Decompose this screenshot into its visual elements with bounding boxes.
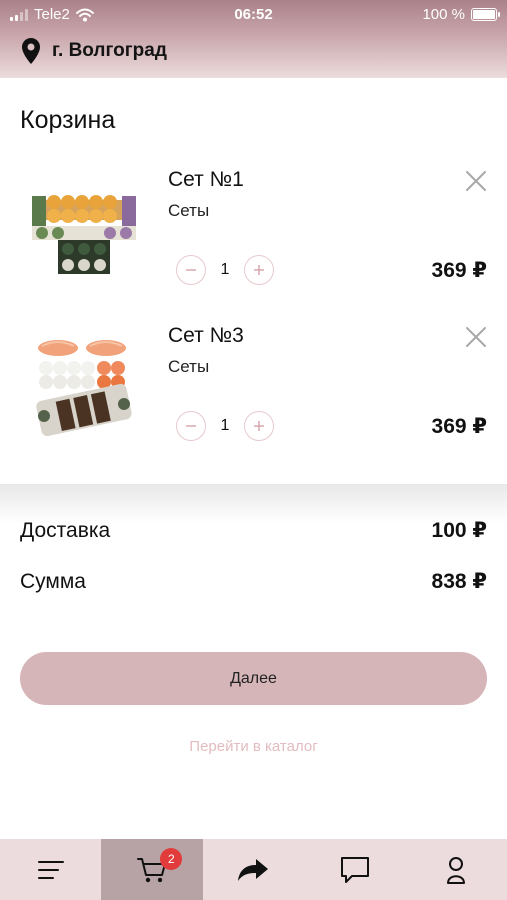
item-category: Сеты [168, 357, 210, 376]
total-row: Сумма 838 ₽ [20, 569, 487, 594]
header: Tele2 06:52 100 % г. Волгоград [0, 0, 507, 78]
nav-item-share[interactable] [203, 839, 304, 900]
decrease-button[interactable] [176, 411, 206, 441]
nav-item-menu[interactable] [0, 839, 101, 900]
battery-icon [471, 8, 500, 21]
total-label: Сумма [20, 569, 86, 593]
product-image [32, 195, 136, 274]
catalog-link[interactable]: Перейти в каталог [0, 738, 507, 755]
minus-icon [186, 269, 196, 271]
item-price: 369 ₽ [431, 415, 487, 438]
item-name: Сет №3 [168, 324, 244, 347]
cart-item: Сет №3 Сеты 1 369 ₽ [0, 306, 507, 456]
quantity-stepper: 1 [176, 255, 274, 285]
nav-item-chat[interactable] [304, 839, 405, 900]
nav-item-cart[interactable]: 2 [101, 839, 203, 900]
nav-item-profile[interactable] [406, 839, 507, 900]
remove-item-button[interactable] [462, 167, 490, 195]
remove-item-button[interactable] [462, 323, 490, 351]
cart-item: Сет №1 Сеты 1 369 ₽ [0, 150, 507, 300]
item-name: Сет №1 [168, 168, 244, 191]
menu-icon [37, 860, 64, 879]
product-image [36, 340, 132, 436]
quantity-value: 1 [220, 417, 230, 434]
minus-icon [186, 425, 196, 427]
quantity-stepper: 1 [176, 411, 274, 441]
delivery-row: Доставка 100 ₽ [20, 518, 487, 543]
profile-icon [447, 856, 466, 884]
page-title: Корзина [20, 106, 116, 134]
delivery-value: 100 ₽ [431, 519, 487, 542]
delivery-label: Доставка [20, 518, 111, 542]
total-value: 838 ₽ [431, 570, 487, 593]
increase-button[interactable] [244, 255, 274, 285]
plus-icon [254, 265, 264, 275]
next-button[interactable]: Далее [20, 652, 487, 705]
status-right: 100 % [422, 6, 500, 23]
bottom-nav: 2 [0, 839, 507, 900]
item-price: 369 ₽ [431, 259, 487, 282]
city-label: г. Волгоград [52, 40, 167, 61]
city-selector[interactable]: г. Волгоград [22, 38, 167, 64]
plus-icon [254, 421, 264, 431]
increase-button[interactable] [244, 411, 274, 441]
share-icon [238, 858, 269, 881]
status-bar: Tele2 06:52 100 % [0, 0, 507, 28]
battery-label: 100 % [422, 6, 465, 23]
item-category: Сеты [168, 201, 210, 220]
decrease-button[interactable] [176, 255, 206, 285]
chat-icon [340, 856, 369, 883]
cart-badge: 2 [160, 848, 183, 870]
location-pin-icon [22, 38, 40, 64]
quantity-value: 1 [220, 261, 230, 278]
